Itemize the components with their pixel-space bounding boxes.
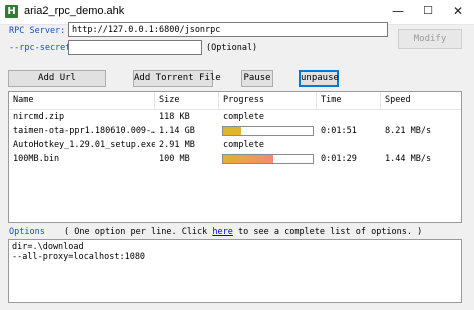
progress-bar-fill <box>223 155 273 163</box>
row-time <box>317 110 381 124</box>
row-size: 100 MB <box>159 154 190 164</box>
table-row[interactable]: AutoHotkey_1.29.01_setup.exe 2.91 MB com… <box>9 138 461 152</box>
rpc-secret-input[interactable] <box>68 40 202 55</box>
table-row[interactable]: 100MB.bin 100 MB 0:01:29 1.44 MB/s <box>9 152 461 166</box>
row-speed <box>381 110 461 124</box>
row-size: 118 KB <box>159 112 190 122</box>
options-hint: ( One option per line. Click here to see… <box>64 227 422 237</box>
row-speed: 1.44 MB/s <box>385 154 432 164</box>
row-time: 0:01:29 <box>321 154 357 164</box>
row-speed: 8.21 MB/s <box>385 126 432 136</box>
list-header: Name Size Progress Time Speed <box>9 92 461 110</box>
download-list[interactable]: Name Size Progress Time Speed nircmd.zip… <box>8 91 462 223</box>
maximize-button[interactable]: ☐ <box>414 0 442 22</box>
rpc-secret-label: --rpc-secret= <box>9 43 76 53</box>
row-time <box>317 138 381 152</box>
add-url-button[interactable]: Add Url <box>8 70 106 87</box>
row-progress-text: complete <box>223 112 264 122</box>
column-header-name[interactable]: Name <box>9 92 155 109</box>
row-progress <box>219 152 317 166</box>
column-header-speed[interactable]: Speed <box>381 92 461 109</box>
rpc-server-input[interactable]: http://127.0.0.1:6800/jsonrpc <box>68 22 388 37</box>
progress-bar-fill <box>223 127 241 135</box>
row-time: 0:01:51 <box>321 126 357 136</box>
row-progress <box>219 124 317 138</box>
option-line: dir=.\download <box>12 242 84 252</box>
options-hint-before: ( One option per line. Click <box>64 227 208 237</box>
modify-button[interactable]: Modify <box>398 29 462 49</box>
row-name: AutoHotkey_1.29.01_setup.exe <box>13 140 155 150</box>
row-speed <box>381 138 461 152</box>
options-hint-line: Options ( One option per line. Click her… <box>0 227 474 239</box>
ahk-app-icon: H <box>5 5 18 18</box>
row-name: 100MB.bin <box>13 154 60 164</box>
table-row[interactable]: taimen-ota-ppr1.180610.009-… 1.14 GB 0:0… <box>9 124 461 138</box>
row-name: nircmd.zip <box>13 112 65 122</box>
progress-bar <box>222 126 314 136</box>
progress-bar <box>222 154 314 164</box>
row-size: 2.91 MB <box>159 140 195 150</box>
table-row[interactable]: nircmd.zip 118 KB complete <box>9 110 461 124</box>
options-textarea[interactable]: dir=.\download --all-proxy=localhost:108… <box>8 239 462 303</box>
option-line: --all-proxy=localhost:1080 <box>12 252 146 262</box>
options-help-link[interactable]: here <box>212 227 232 237</box>
window-title: aria2_rpc_demo.ahk <box>24 5 125 17</box>
rpc-server-label: RPC Server: <box>9 26 66 36</box>
options-label: Options <box>9 227 45 237</box>
column-header-progress[interactable]: Progress <box>219 92 317 109</box>
close-button[interactable]: ✕ <box>444 0 472 22</box>
row-name: taimen-ota-ppr1.180610.009-… <box>13 126 155 136</box>
add-torrent-button[interactable]: Add Torrent File <box>133 70 221 87</box>
unpause-button[interactable]: unpause <box>299 70 339 87</box>
column-header-size[interactable]: Size <box>155 92 219 109</box>
optional-label: (Optional) <box>206 43 258 53</box>
minimize-button[interactable]: — <box>384 0 412 22</box>
row-size: 1.14 GB <box>159 126 195 136</box>
options-hint-after: to see a complete list of options. ) <box>238 227 423 237</box>
column-header-time[interactable]: Time <box>317 92 381 109</box>
row-progress-text: complete <box>223 140 264 150</box>
pause-button[interactable]: Pause <box>241 70 273 87</box>
